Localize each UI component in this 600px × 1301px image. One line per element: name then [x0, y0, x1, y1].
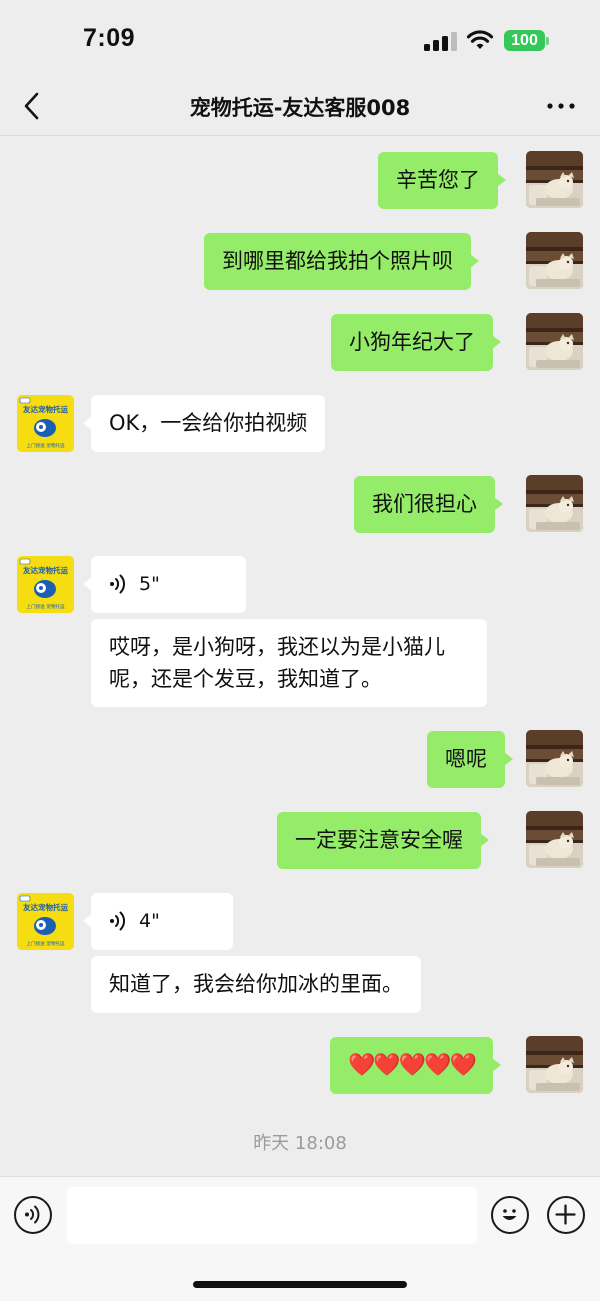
message-bubble-self[interactable]: 我们很担心 [354, 476, 503, 533]
logo-image: 友达宠物托运 上门接送 宠物托运 [17, 893, 74, 950]
battery-cap [546, 37, 549, 45]
voice-duration: 5" [139, 573, 160, 595]
message-list[interactable]: 辛苦您了 到哪里都给我拍个照片呗 小狗年纪大了 友达宠物托运 上门接送 宠物托运… [0, 137, 600, 1177]
voice-transcript[interactable]: 哎呀，是小狗呀，我还以为是小猫儿呢，还是个发豆，我知道了。 [91, 619, 487, 707]
logo-subtext: 上门接送 宠物托运 [26, 940, 65, 947]
user-avatar[interactable] [526, 313, 583, 370]
dog-photo-image [526, 1036, 583, 1093]
message-timestamp: 昨天 18:08 [253, 1133, 347, 1154]
message-bubble-self[interactable]: 到哪里都给我拍个照片呗 [204, 233, 479, 290]
dog-photo-image [526, 475, 583, 532]
emoji-button[interactable] [491, 1196, 529, 1234]
logo-image: 友达宠物托运 上门接送 宠物托运 [17, 556, 74, 613]
agent-avatar[interactable]: 友达宠物托运 上门接送 宠物托运 [17, 395, 74, 452]
user-avatar[interactable] [526, 730, 583, 787]
plus-icon [555, 1204, 576, 1225]
plus-button[interactable] [547, 1196, 585, 1234]
voice-duration: 4" [139, 910, 160, 932]
home-indicator[interactable] [193, 1281, 407, 1288]
voice-input-button[interactable] [14, 1196, 52, 1234]
logo-text: 友达宠物托运 [22, 902, 68, 912]
chat-title: 宠物托运-友达客服008 [189, 96, 411, 120]
signal-icon [424, 31, 458, 51]
user-avatar[interactable] [526, 232, 583, 289]
message-input[interactable] [67, 1187, 477, 1244]
logo-subtext: 上门接送 宠物托运 [26, 603, 65, 610]
agent-avatar[interactable]: 友达宠物托运 上门接送 宠物托运 [17, 556, 74, 613]
message-bubble-self[interactable]: ❤️❤️❤️❤️❤️ [330, 1037, 501, 1094]
user-avatar[interactable] [526, 475, 583, 532]
voice-transcript[interactable]: 知道了，我会给你加冰的里面。 [91, 956, 421, 1013]
voice-wave-icon [110, 574, 125, 594]
status-bar: 7:09 100 [0, 0, 600, 78]
logo-subtext: 上门接送 宠物托运 [26, 442, 65, 449]
message-bubble-self[interactable]: 嗯呢 [427, 731, 513, 788]
user-avatar[interactable] [526, 151, 583, 208]
message-bubble-self[interactable]: 一定要注意安全喔 [277, 812, 489, 869]
user-avatar[interactable] [526, 1036, 583, 1093]
user-avatar[interactable] [526, 811, 583, 868]
logo-image: 友达宠物托运 上门接送 宠物托运 [17, 395, 74, 452]
voice-icon [25, 1205, 40, 1224]
logo-text: 友达宠物托运 [22, 404, 68, 414]
dog-photo-image [526, 313, 583, 370]
voice-message[interactable]: 5" [83, 556, 246, 613]
message-bubble-other[interactable]: OK，一会给你拍视频 [82, 395, 326, 452]
dog-photo-image [526, 151, 583, 208]
message-bubble-self[interactable]: 辛苦您了 [378, 152, 506, 209]
nav-bar: 宠物托运-友达客服008 [0, 78, 600, 136]
dog-photo-image [526, 232, 583, 289]
voice-message[interactable]: 4" [83, 893, 233, 950]
emoji-icon [502, 1209, 517, 1220]
more-dots-icon[interactable] [546, 98, 576, 114]
voice-wave-icon [110, 911, 125, 931]
dog-photo-image [526, 811, 583, 868]
battery-icon: 100 [504, 30, 545, 51]
wifi-icon [466, 30, 494, 49]
agent-avatar[interactable]: 友达宠物托运 上门接送 宠物托运 [17, 893, 74, 950]
logo-text: 友达宠物托运 [22, 565, 68, 575]
status-time: 7:09 [83, 24, 136, 52]
dog-photo-image [526, 730, 583, 787]
message-bubble-self[interactable]: 小狗年纪大了 [331, 314, 501, 371]
